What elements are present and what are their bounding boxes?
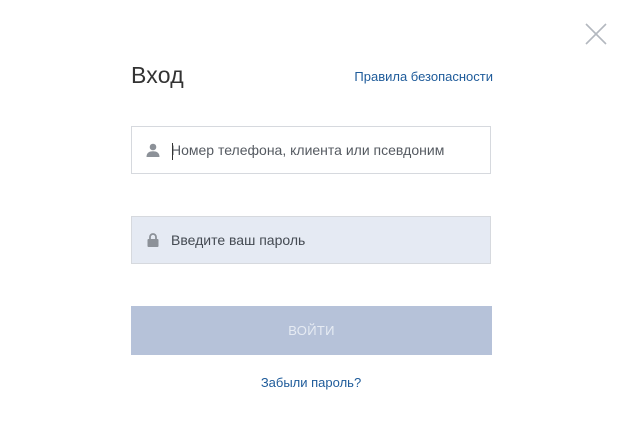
password-input[interactable] [171, 232, 471, 248]
forgot-password-container: Забыли пароль? [0, 375, 622, 390]
lock-icon [146, 233, 160, 247]
user-icon [146, 143, 160, 157]
page-title: Вход [131, 62, 184, 88]
forgot-password-link[interactable]: Забыли пароль? [261, 375, 361, 390]
login-dialog: Вход Правила безопасности ВОЙТИ Забыли п… [0, 0, 622, 429]
login-button[interactable]: ВОЙТИ [131, 306, 492, 355]
text-cursor [172, 143, 173, 160]
login-input[interactable] [171, 142, 471, 158]
security-rules-link[interactable]: Правила безопасности [354, 69, 493, 84]
close-button[interactable] [584, 22, 608, 46]
login-field[interactable] [131, 126, 491, 174]
close-icon [585, 23, 607, 45]
password-field[interactable] [131, 216, 491, 264]
